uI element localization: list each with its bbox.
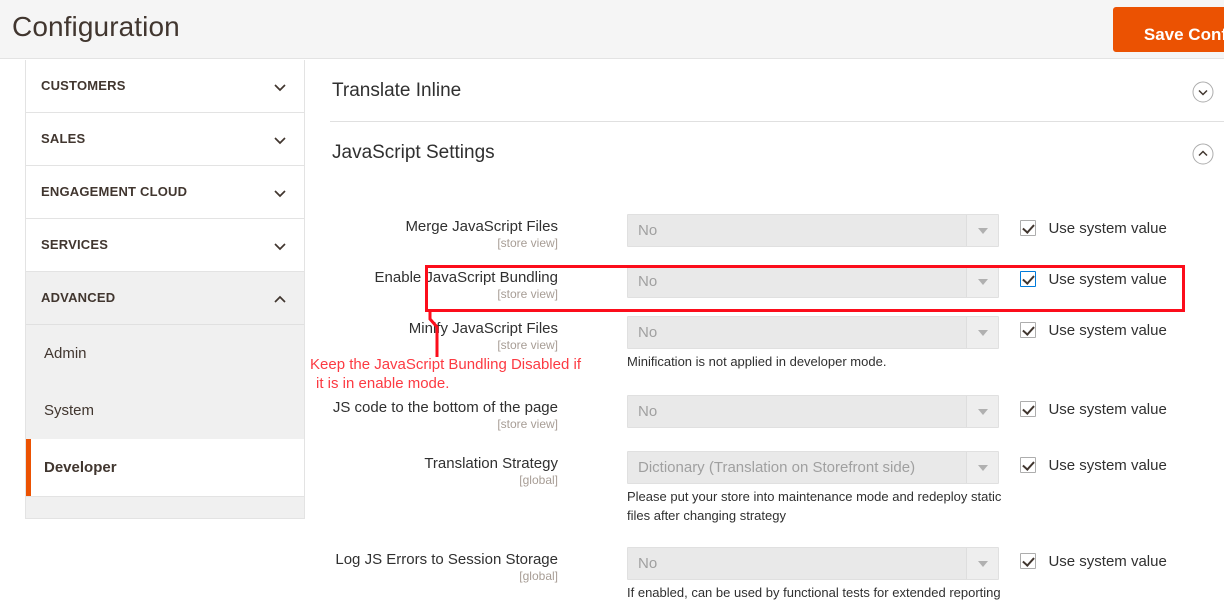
use-system-value-label: Use system value (1048, 553, 1167, 570)
select-value: No (638, 222, 658, 239)
sidebar-section-label: ENGAGEMENT CLOUD (41, 184, 188, 199)
checkbox-checked-icon[interactable] (1020, 271, 1036, 287)
sidebar-section-services[interactable]: SERVICES (26, 219, 304, 272)
use-system-value-label: Use system value (1048, 401, 1167, 418)
use-system-value-label: Use system value (1048, 220, 1167, 237)
field-row-minify-javascript-files: Minify JavaScript Files [store view] No … (330, 308, 1224, 387)
configuration-sidebar: CUSTOMERS SALES ENGAGEMENT CLOUD SERVICE… (25, 60, 305, 519)
use-system-value-toggle[interactable]: Use system value (1020, 553, 1167, 571)
sidebar-section-sales[interactable]: SALES (26, 113, 304, 166)
sidebar-item-label: Admin (44, 345, 87, 362)
sidebar-item-system[interactable]: System (26, 382, 304, 439)
use-system-value-toggle[interactable]: Use system value (1020, 220, 1167, 238)
field-label-text: Merge JavaScript Files (405, 218, 558, 235)
chevron-up-icon (272, 291, 288, 307)
select-value: Dictionary (Translation on Storefront si… (638, 459, 916, 476)
chevron-down-icon (272, 79, 288, 95)
field-label-text: Log JS Errors to Session Storage (335, 551, 558, 568)
field-label: Move JS code to the bottom of the page [… (330, 399, 558, 432)
chevron-down-icon[interactable] (966, 266, 998, 297)
use-system-value-toggle[interactable]: Use system value (1020, 457, 1167, 475)
chevron-down-icon (272, 132, 288, 148)
field-scope: [store view] (497, 236, 558, 250)
field-row-enable-javascript-bundling: Enable JavaScript Bundling [store view] … (330, 257, 1224, 308)
field-label: Translation Strategy [global] (330, 455, 558, 488)
field-scope: [store view] (497, 287, 558, 301)
field-label: Merge JavaScript Files [store view] (330, 218, 558, 251)
field-label: Enable JavaScript Bundling [store view] (330, 269, 558, 302)
section-javascript-settings[interactable]: JavaScript Settings (330, 122, 1224, 184)
select-value: No (638, 403, 658, 420)
sidebar-section-engagement-cloud[interactable]: ENGAGEMENT CLOUD (26, 166, 304, 219)
checkbox-checked-icon[interactable] (1020, 401, 1036, 417)
field-row-log-js-errors: Log JS Errors to Session Storage [global… (330, 539, 1224, 606)
page-title: Configuration (12, 11, 180, 42)
save-config-button[interactable]: Save Config (1113, 7, 1224, 52)
translation-strategy-select[interactable]: Dictionary (Translation on Storefront si… (627, 451, 999, 484)
sidebar-section-label: SALES (41, 131, 86, 146)
sidebar-subnav-advanced: Admin System Developer (26, 325, 304, 496)
circle-chevron-down-icon[interactable] (1192, 81, 1214, 103)
field-label: Minify JavaScript Files [store view] (330, 320, 558, 353)
log-js-errors-select[interactable]: No (627, 547, 999, 580)
checkbox-checked-icon[interactable] (1020, 457, 1036, 473)
field-note: If enabled, can be used by functional te… (627, 585, 1001, 600)
select-value: No (638, 273, 658, 290)
sidebar-item-label: System (44, 402, 95, 419)
field-note: Minification is not applied in developer… (627, 354, 887, 369)
sidebar-section-label: CUSTOMERS (41, 78, 126, 93)
field-label-text: Minify JavaScript Files (408, 320, 558, 337)
field-label-text: Enable JavaScript Bundling (374, 269, 558, 286)
sidebar-footer (26, 496, 304, 518)
field-scope: [store view] (497, 417, 558, 431)
chevron-down-icon[interactable] (966, 317, 998, 348)
chevron-down-icon (272, 185, 288, 201)
select-value: No (638, 555, 658, 572)
field-row-merge-javascript-files: Merge JavaScript Files [store view] No U… (330, 206, 1224, 257)
sidebar-item-developer[interactable]: Developer (26, 439, 304, 496)
checkbox-checked-icon[interactable] (1020, 322, 1036, 338)
field-scope: [global] (519, 473, 558, 487)
chevron-down-icon (272, 238, 288, 254)
sidebar-section-advanced[interactable]: ADVANCED (26, 272, 304, 325)
chevron-down-icon[interactable] (966, 215, 998, 246)
sidebar-section-label: SERVICES (41, 237, 109, 252)
sidebar-section-customers[interactable]: CUSTOMERS (26, 60, 304, 113)
sidebar-section-label: ADVANCED (41, 290, 116, 305)
use-system-value-label: Use system value (1048, 457, 1167, 474)
field-label-text: Translation Strategy (424, 455, 558, 472)
use-system-value-label: Use system value (1048, 322, 1167, 339)
move-js-code-select[interactable]: No (627, 395, 999, 428)
field-row-translation-strategy: Translation Strategy [global] Dictionary… (330, 443, 1224, 539)
chevron-down-icon[interactable] (966, 396, 998, 427)
section-title: Translate Inline (332, 80, 462, 101)
sidebar-item-admin[interactable]: Admin (26, 325, 304, 382)
sidebar-item-label: Developer (44, 459, 117, 476)
minify-javascript-files-select[interactable]: No (627, 316, 999, 349)
use-system-value-toggle[interactable]: Use system value (1020, 401, 1167, 419)
section-title: JavaScript Settings (332, 142, 495, 163)
circle-chevron-up-icon[interactable] (1192, 143, 1214, 165)
select-value: No (638, 324, 658, 341)
configuration-content: Translate Inline JavaScript Settings Mer… (330, 60, 1224, 606)
field-label-text: Move JS code to the bottom of the page (330, 399, 558, 416)
section-translate-inline[interactable]: Translate Inline (330, 60, 1224, 122)
field-scope: [store view] (497, 338, 558, 352)
field-row-move-js-code: Move JS code to the bottom of the page [… (330, 387, 1224, 443)
enable-javascript-bundling-select[interactable]: No (627, 265, 999, 298)
chevron-down-icon[interactable] (966, 452, 998, 483)
merge-javascript-files-select[interactable]: No (627, 214, 999, 247)
field-label: Log JS Errors to Session Storage [global… (330, 551, 558, 584)
chevron-down-icon[interactable] (966, 548, 998, 579)
field-note: Please put your store into maintenance m… (627, 489, 1002, 523)
checkbox-checked-icon[interactable] (1020, 220, 1036, 236)
page-header: Configuration Save Config (0, 0, 1224, 59)
use-system-value-toggle[interactable]: Use system value (1020, 271, 1167, 289)
field-scope: [global] (519, 569, 558, 583)
use-system-value-toggle[interactable]: Use system value (1020, 322, 1167, 340)
use-system-value-label: Use system value (1048, 271, 1167, 288)
checkbox-checked-icon[interactable] (1020, 553, 1036, 569)
